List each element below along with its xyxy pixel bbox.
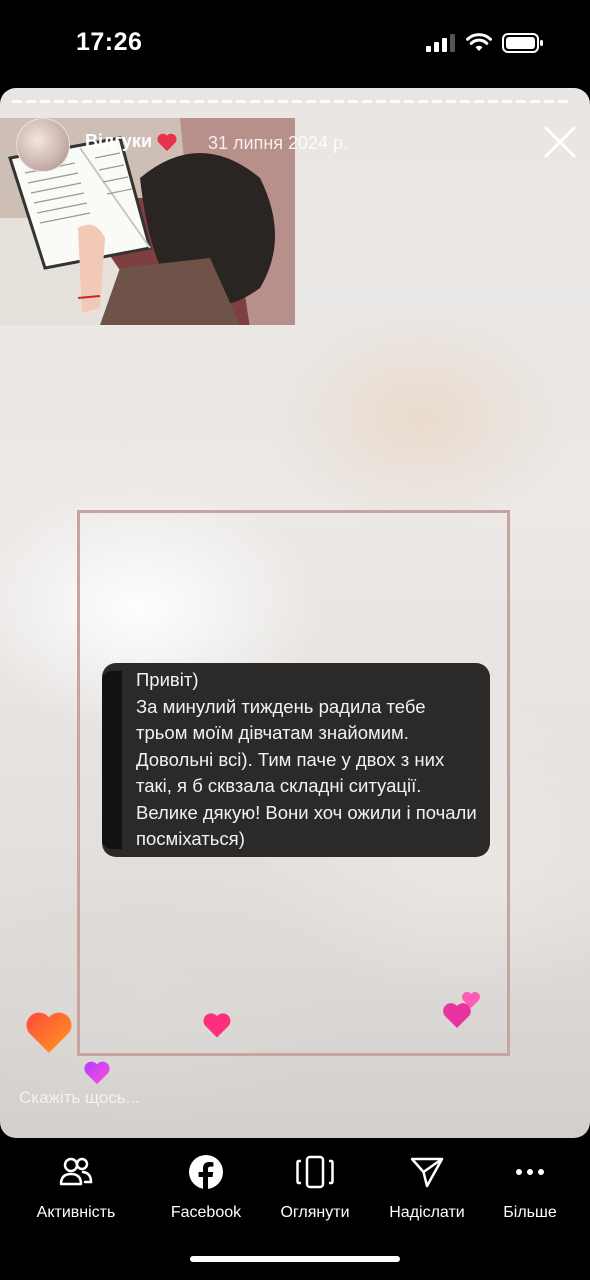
progress-segment <box>320 100 330 103</box>
progress-segment <box>544 100 554 103</box>
progress-segment <box>236 100 246 103</box>
send-icon <box>410 1157 444 1188</box>
progress-segment <box>502 100 512 103</box>
pink-heart-reaction-icon <box>203 1013 231 1038</box>
progress-segment <box>250 100 260 103</box>
progress-segment <box>40 100 50 103</box>
progress-segment <box>488 100 498 103</box>
heart-emoji-icon <box>157 133 177 151</box>
progress-segment <box>124 100 134 103</box>
wifi-icon <box>466 33 492 51</box>
people-icon <box>59 1157 93 1186</box>
progress-segment <box>166 100 176 103</box>
nav-label: Facebook <box>170 1204 242 1221</box>
progress-segment <box>222 100 232 103</box>
story-author[interactable]: Відгуки <box>85 131 178 152</box>
home-indicator[interactable] <box>190 1256 400 1262</box>
two-hearts-reaction-icon <box>443 992 480 1028</box>
progress-segment <box>446 100 456 103</box>
progress-segment <box>334 100 344 103</box>
progress-segment <box>194 100 204 103</box>
facebook-icon <box>189 1155 223 1190</box>
progress-segment <box>558 100 568 103</box>
progress-segment <box>376 100 386 103</box>
progress-segment <box>68 100 78 103</box>
nav-facebook[interactable]: Facebook <box>166 1154 246 1222</box>
purple-heart-reaction-icon <box>84 1061 110 1085</box>
battery-icon <box>502 33 543 53</box>
story-view[interactable]: Відгуки 31 липня 2024 р. Привіт) За мину… <box>0 88 590 1138</box>
status-time: 17:26 <box>76 28 143 56</box>
progress-segment <box>180 100 190 103</box>
progress-segment <box>306 100 316 103</box>
progress-segment <box>348 100 358 103</box>
story-date: 31 липня 2024 р. <box>208 133 349 153</box>
progress-segment <box>292 100 302 103</box>
progress-segment <box>460 100 470 103</box>
progress-segment <box>96 100 106 103</box>
progress-segment <box>152 100 162 103</box>
status-bar: 17:26 <box>0 0 590 88</box>
progress-segment <box>418 100 428 103</box>
progress-segment <box>390 100 400 103</box>
nav-activity[interactable]: Активність <box>30 1154 122 1222</box>
progress-segment <box>278 100 288 103</box>
status-icons <box>426 33 544 53</box>
progress-segment <box>362 100 372 103</box>
progress-segment <box>530 100 540 103</box>
nav-browse[interactable]: Оглянути <box>274 1154 356 1222</box>
more-icon <box>516 1169 544 1175</box>
close-button[interactable] <box>541 123 579 161</box>
reply-input[interactable]: Скажіть щось... <box>19 1088 140 1108</box>
progress-segment <box>82 100 92 103</box>
progress-segment <box>516 100 526 103</box>
nav-label: Активність <box>36 1204 116 1221</box>
progress-segment <box>110 100 120 103</box>
close-icon <box>544 126 576 158</box>
nav-send[interactable]: Надіслати <box>382 1154 472 1222</box>
nav-more[interactable]: Більше <box>498 1154 562 1222</box>
orange-heart-reaction-icon <box>26 1012 72 1053</box>
progress-segment <box>474 100 484 103</box>
progress-segment <box>208 100 218 103</box>
progress-segment <box>404 100 414 103</box>
browse-icon <box>296 1155 334 1189</box>
nav-label: Надіслати <box>389 1204 465 1221</box>
progress-segment <box>432 100 442 103</box>
progress-segment <box>264 100 274 103</box>
nav-label: Оглянути <box>280 1204 350 1221</box>
cellular-signal-icon <box>426 34 455 52</box>
message-strip <box>102 671 122 849</box>
author-avatar[interactable] <box>16 118 70 172</box>
story-author-name: Відгуки <box>85 131 153 151</box>
message-screenshot: Привіт) За минулий тиждень радила тебе т… <box>102 663 490 857</box>
progress-segment <box>12 100 22 103</box>
progress-segment <box>54 100 64 103</box>
message-text: Привіт) За минулий тиждень радила тебе т… <box>136 669 477 849</box>
nav-label: Більше <box>503 1204 557 1221</box>
story-progress-bar <box>12 100 578 103</box>
progress-segment <box>138 100 148 103</box>
progress-segment <box>26 100 36 103</box>
